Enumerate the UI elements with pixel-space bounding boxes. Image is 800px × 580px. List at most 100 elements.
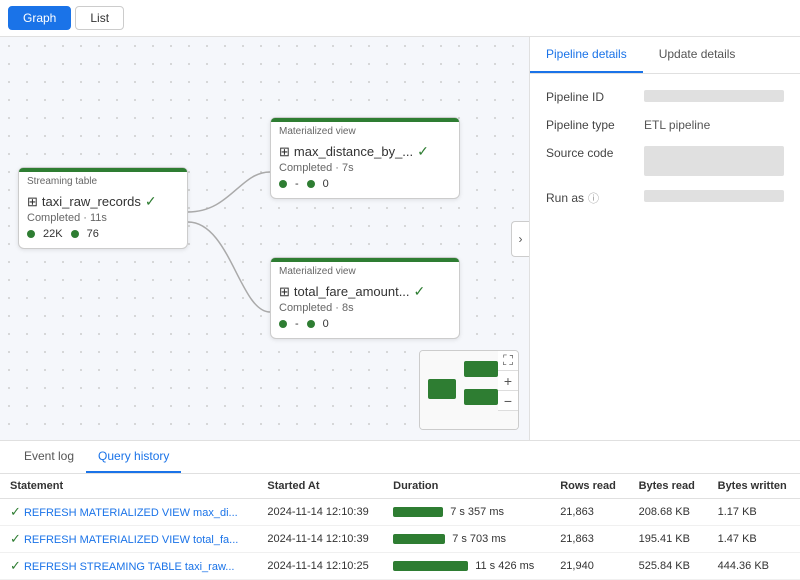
graph-area[interactable]: Streaming table ⊞ taxi_raw_records ✓ Com…: [0, 37, 530, 440]
source-code-value: [644, 146, 784, 176]
pipeline-type-value: ETL pipeline: [644, 118, 784, 132]
node-title-streaming: ⊞ taxi_raw_records ✓: [27, 193, 179, 210]
node-metrics-mat1: - 0: [279, 178, 451, 190]
run-as-label: Run as ⓘ: [546, 190, 636, 206]
detail-row-source-code: Source code: [546, 146, 784, 176]
cell-bytes-written-0: 1.17 KB: [708, 499, 800, 526]
cell-started-at-0: 2024-11-14 12:10:39: [257, 499, 383, 526]
node-status-mat1: Completed · 7s: [279, 162, 451, 174]
node-status-mat2: Completed · 8s: [279, 302, 451, 314]
node-mat2[interactable]: Materialized view ⊞ total_fare_amount...…: [270, 257, 460, 339]
col-bytes-written: Bytes written: [708, 474, 800, 499]
duration-bar-1: [393, 534, 445, 544]
cell-bytes-read-0: 208.68 KB: [629, 499, 708, 526]
tab-query-history[interactable]: Query history: [86, 441, 181, 473]
mini-node-streaming: [428, 379, 456, 399]
col-duration: Duration: [383, 474, 550, 499]
cell-rows-read-0: 21,863: [550, 499, 628, 526]
run-as-info-icon[interactable]: ⓘ: [588, 190, 599, 206]
pipeline-id-value: [644, 90, 784, 102]
fullscreen-btn[interactable]: ⛶: [498, 351, 518, 371]
main-content: Streaming table ⊞ taxi_raw_records ✓ Com…: [0, 37, 800, 440]
cell-started-at-2: 2024-11-14 12:10:25: [257, 553, 383, 580]
check-icon-mat1: ✓: [417, 143, 429, 160]
panel-tabs: Pipeline details Update details: [530, 37, 800, 74]
node-body-streaming: ⊞ taxi_raw_records ✓ Completed · 11s 22K…: [19, 187, 187, 248]
cell-statement-2: ✓ REFRESH STREAMING TABLE taxi_raw...: [0, 553, 257, 580]
cell-bytes-read-1: 195.41 KB: [629, 526, 708, 553]
col-bytes-read: Bytes read: [629, 474, 708, 499]
detail-row-run-as: Run as ⓘ: [546, 190, 784, 206]
node-body-mat2: ⊞ total_fare_amount... ✓ Completed · 8s …: [271, 277, 459, 338]
node-type-label-mat2: Materialized view: [271, 262, 459, 277]
mini-node-mat1: [464, 361, 498, 377]
duration-bar-0: [393, 507, 443, 517]
dot-green-mat1: [279, 180, 287, 188]
bottom-tabs: Event log Query history: [0, 441, 800, 474]
zoom-in-btn[interactable]: +: [498, 371, 518, 391]
statement-link-1[interactable]: REFRESH MATERIALIZED VIEW total_fa...: [24, 534, 238, 546]
node-type-label-mat1: Materialized view: [271, 122, 459, 137]
minimap-controls: ⛶ + −: [498, 351, 518, 411]
minimap[interactable]: ⛶ + −: [419, 350, 519, 430]
list-tab[interactable]: List: [75, 6, 124, 30]
table-row: ✓ REFRESH MATERIALIZED VIEW total_fa... …: [0, 526, 800, 553]
node-streaming-table[interactable]: Streaming table ⊞ taxi_raw_records ✓ Com…: [18, 167, 188, 249]
bottom-section: Event log Query history Statement Starte…: [0, 440, 800, 580]
cell-statement-1: ✓ REFRESH MATERIALIZED VIEW total_fa...: [0, 526, 257, 553]
tab-event-log[interactable]: Event log: [12, 441, 86, 473]
dot-green-mat2: [279, 320, 287, 328]
check-icon-streaming: ✓: [145, 193, 157, 210]
top-tab-bar: Graph List: [0, 0, 800, 37]
node-title-mat2: ⊞ total_fare_amount... ✓: [279, 283, 451, 300]
table-header: Statement Started At Duration Rows read …: [0, 474, 800, 499]
table-row: ✓ REFRESH MATERIALIZED VIEW max_di... 20…: [0, 499, 800, 526]
cell-statement-0: ✓ REFRESH MATERIALIZED VIEW max_di...: [0, 499, 257, 526]
node-title-mat1: ⊞ max_distance_by_... ✓: [279, 143, 451, 160]
source-code-label: Source code: [546, 146, 636, 176]
pipeline-id-label: Pipeline ID: [546, 90, 636, 104]
run-as-value: [644, 190, 784, 202]
query-table-body: ✓ REFRESH MATERIALIZED VIEW max_di... 20…: [0, 499, 800, 580]
col-started-at: Started At: [257, 474, 383, 499]
dot-green2-mat1: [307, 180, 315, 188]
graph-tab[interactable]: Graph: [8, 6, 71, 30]
node-status-streaming: Completed · 11s: [27, 212, 179, 224]
dot-green2-mat2: [307, 320, 315, 328]
cell-bytes-written-2: 444.36 KB: [708, 553, 800, 580]
table-icon-mat1: ⊞: [279, 144, 290, 160]
right-panel: Pipeline details Update details Pipeline…: [530, 37, 800, 440]
col-statement: Statement: [0, 474, 257, 499]
cell-duration-1: 7 s 703 ms: [383, 526, 550, 553]
table-icon-mat2: ⊞: [279, 284, 290, 300]
table-icon: ⊞: [27, 194, 38, 210]
tab-update-details[interactable]: Update details: [643, 37, 752, 73]
cell-rows-read-1: 21,863: [550, 526, 628, 553]
check-icon-mat2: ✓: [414, 283, 426, 300]
cell-duration-2: 11 s 426 ms: [383, 553, 550, 580]
col-rows-read: Rows read: [550, 474, 628, 499]
statement-link-0[interactable]: REFRESH MATERIALIZED VIEW max_di...: [24, 507, 238, 519]
panel-content: Pipeline ID Pipeline type ETL pipeline S…: [530, 74, 800, 440]
cell-bytes-written-1: 1.47 KB: [708, 526, 800, 553]
detail-row-pipeline-type: Pipeline type ETL pipeline: [546, 118, 784, 132]
cell-bytes-read-2: 525.84 KB: [629, 553, 708, 580]
detail-row-pipeline-id: Pipeline ID: [546, 90, 784, 104]
row-check-1: ✓: [10, 531, 21, 546]
zoom-out-btn[interactable]: −: [498, 391, 518, 411]
node-metrics-mat2: - 0: [279, 318, 451, 330]
node-type-label-streaming: Streaming table: [19, 172, 187, 187]
node-metrics-streaming: 22K 76: [27, 228, 179, 240]
duration-bar-2: [393, 561, 468, 571]
statement-link-2[interactable]: REFRESH STREAMING TABLE taxi_raw...: [24, 561, 234, 573]
pipeline-type-label: Pipeline type: [546, 118, 636, 132]
tab-pipeline-details[interactable]: Pipeline details: [530, 37, 643, 73]
dot-green-streaming: [27, 230, 35, 238]
node-body-mat1: ⊞ max_distance_by_... ✓ Completed · 7s -…: [271, 137, 459, 198]
row-check-2: ✓: [10, 558, 21, 573]
cell-duration-0: 7 s 357 ms: [383, 499, 550, 526]
query-history-table-wrap: Statement Started At Duration Rows read …: [0, 474, 800, 580]
dot-green2-streaming: [71, 230, 79, 238]
collapse-panel-btn[interactable]: ›: [511, 221, 529, 257]
node-mat1[interactable]: Materialized view ⊞ max_distance_by_... …: [270, 117, 460, 199]
